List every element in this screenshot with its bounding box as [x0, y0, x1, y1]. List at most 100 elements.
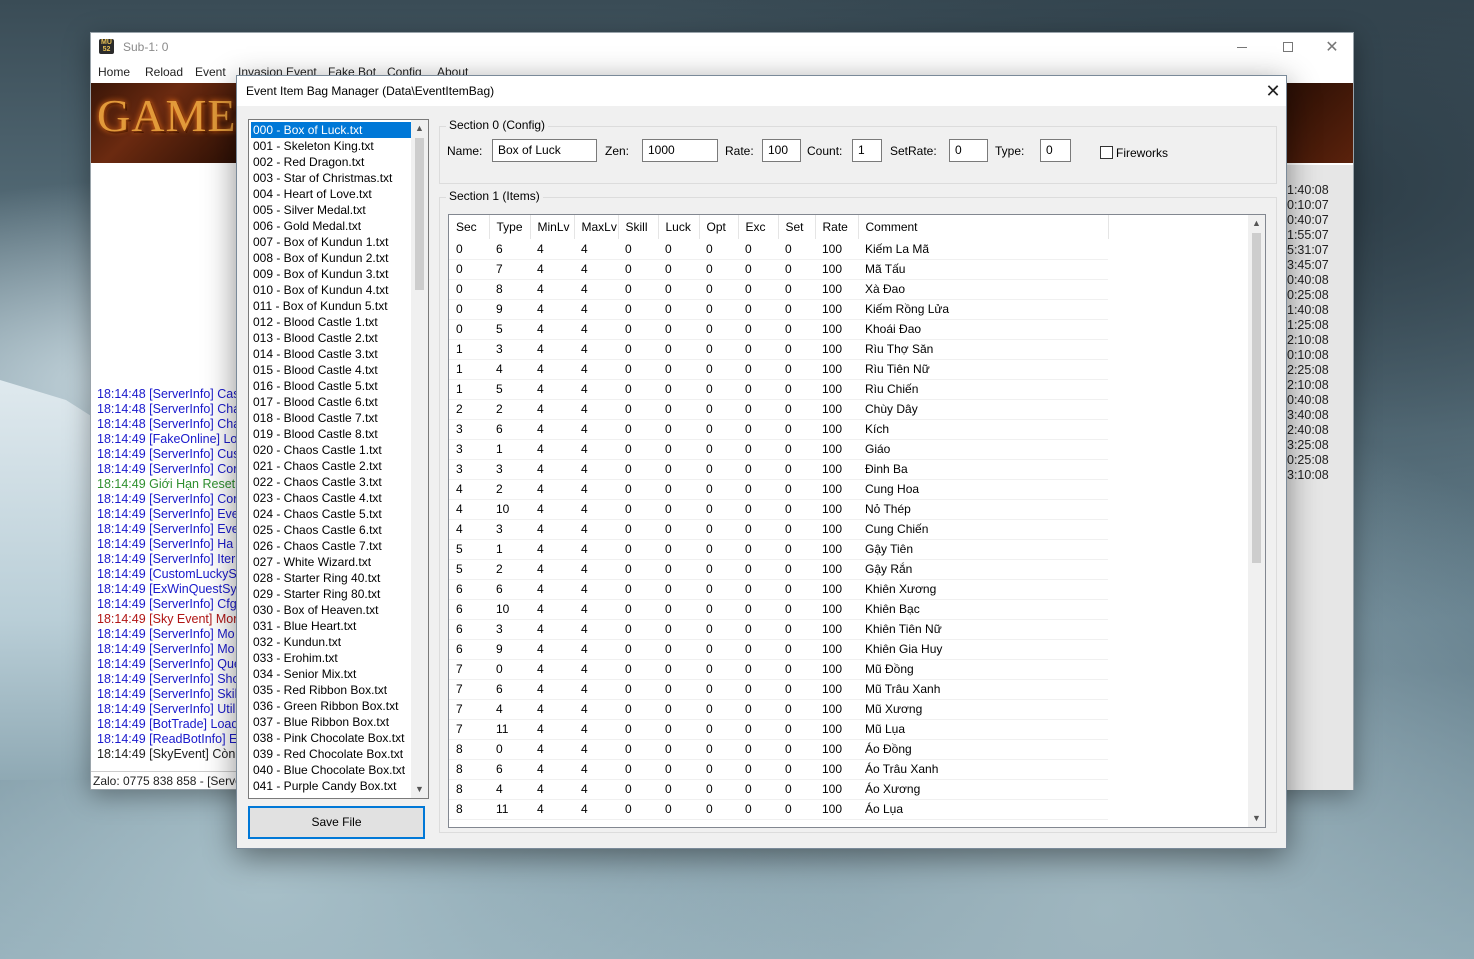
setrate-field[interactable]: 0: [949, 139, 988, 162]
file-list-item[interactable]: 032 - Kundun.txt: [251, 634, 411, 650]
file-list-item[interactable]: 009 - Box of Kundun 3.txt: [251, 266, 411, 282]
fireworks-checkbox[interactable]: [1100, 146, 1113, 159]
file-list-item[interactable]: 012 - Blood Castle 1.txt: [251, 314, 411, 330]
menu-home[interactable]: Home: [98, 65, 130, 79]
table-row[interactable]: 1 3 4 4 0 0 0 0 0 100 Rìu Thợ Săn: [449, 339, 1108, 360]
file-list-item[interactable]: 034 - Senior Mix.txt: [251, 666, 411, 682]
scroll-thumb[interactable]: [1252, 233, 1261, 563]
table-row[interactable]: 3 6 4 4 0 0 0 0 0 100 Kích: [449, 419, 1108, 440]
file-list-item[interactable]: 029 - Starter Ring 80.txt: [251, 586, 411, 602]
table-row[interactable]: 6 6 4 4 0 0 0 0 0 100 Khiên Xương: [449, 579, 1108, 600]
table-row[interactable]: 2 2 4 4 0 0 0 0 0 100 Chùy Dây: [449, 399, 1108, 420]
file-list-item[interactable]: 041 - Purple Candy Box.txt: [251, 778, 411, 794]
column-header[interactable]: Sec: [449, 215, 490, 239]
column-header[interactable]: Comment: [858, 215, 1109, 239]
column-header[interactable]: Exc: [738, 215, 779, 239]
table-row[interactable]: 4 2 4 4 0 0 0 0 0 100 Cung Hoa: [449, 479, 1108, 500]
file-list-item[interactable]: 023 - Chaos Castle 4.txt: [251, 490, 411, 506]
column-header[interactable]: Type: [489, 215, 531, 239]
table-row[interactable]: 5 2 4 4 0 0 0 0 0 100 Gậy Rắn: [449, 559, 1108, 580]
dialog-titlebar[interactable]: Event Item Bag Manager (Data\EventItemBa…: [237, 76, 1286, 106]
file-list-item[interactable]: 008 - Box of Kundun 2.txt: [251, 250, 411, 266]
file-list-item[interactable]: 003 - Star of Christmas.txt: [251, 170, 411, 186]
items-scrollbar[interactable]: ▲ ▼: [1248, 215, 1265, 827]
file-list-item[interactable]: 031 - Blue Heart.txt: [251, 618, 411, 634]
table-row[interactable]: 6 3 4 4 0 0 0 0 0 100 Khiên Tiên Nữ: [449, 619, 1108, 640]
file-list-item[interactable]: 007 - Box of Kundun 1.txt: [251, 234, 411, 250]
menu-reload[interactable]: Reload: [145, 65, 183, 79]
file-list-item[interactable]: 039 - Red Chocolate Box.txt: [251, 746, 411, 762]
file-list-item[interactable]: 037 - Blue Ribbon Box.txt: [251, 714, 411, 730]
column-header[interactable]: MaxLv: [574, 215, 619, 239]
table-row[interactable]: 7 4 4 4 0 0 0 0 0 100 Mũ Xương: [449, 699, 1108, 720]
file-list-item[interactable]: 015 - Blood Castle 4.txt: [251, 362, 411, 378]
scroll-up-icon[interactable]: ▲: [411, 120, 428, 137]
column-header[interactable]: Set: [778, 215, 816, 239]
menu-event[interactable]: Event: [195, 65, 226, 79]
table-row[interactable]: 0 7 4 4 0 0 0 0 0 100 Mã Tấu: [449, 259, 1108, 280]
file-list-item[interactable]: 028 - Starter Ring 40.txt: [251, 570, 411, 586]
save-file-button[interactable]: Save File: [248, 806, 425, 839]
table-row[interactable]: 5 1 4 4 0 0 0 0 0 100 Gậy Tiên: [449, 539, 1108, 560]
file-list-item[interactable]: 002 - Red Dragon.txt: [251, 154, 411, 170]
file-list-item[interactable]: 017 - Blood Castle 6.txt: [251, 394, 411, 410]
table-row[interactable]: 8 4 4 4 0 0 0 0 0 100 Áo Xương: [449, 779, 1108, 800]
table-row[interactable]: 7 0 4 4 0 0 0 0 0 100 Mũ Đồng: [449, 659, 1108, 680]
table-row[interactable]: 6 9 4 4 0 0 0 0 0 100 Khiên Gia Huy: [449, 639, 1108, 660]
table-row[interactable]: 8 6 4 4 0 0 0 0 0 100 Áo Trâu Xanh: [449, 759, 1108, 780]
name-field[interactable]: Box of Luck: [492, 139, 597, 162]
file-list-scrollbar[interactable]: ▲ ▼: [411, 120, 428, 798]
column-header[interactable]: Skill: [618, 215, 659, 239]
table-row[interactable]: 8 11 4 4 0 0 0 0 0 100 Áo Lụa: [449, 799, 1108, 820]
table-row[interactable]: 0 9 4 4 0 0 0 0 0 100 Kiếm Rồng Lửa: [449, 299, 1108, 320]
file-list-item[interactable]: 005 - Silver Medal.txt: [251, 202, 411, 218]
file-list-item[interactable]: 020 - Chaos Castle 1.txt: [251, 442, 411, 458]
file-list-item[interactable]: 016 - Blood Castle 5.txt: [251, 378, 411, 394]
file-list[interactable]: 000 - Box of Luck.txt 001 - Skeleton King…: [248, 119, 429, 799]
file-list-item[interactable]: 018 - Blood Castle 7.txt: [251, 410, 411, 426]
table-row[interactable]: 1 5 4 4 0 0 0 0 0 100 Rìu Chiến: [449, 379, 1108, 400]
table-row[interactable]: 8 0 4 4 0 0 0 0 0 100 Áo Đồng: [449, 739, 1108, 760]
column-header[interactable]: Opt: [699, 215, 739, 239]
file-list-item[interactable]: 006 - Gold Medal.txt: [251, 218, 411, 234]
file-list-item[interactable]: 010 - Box of Kundun 4.txt: [251, 282, 411, 298]
file-list-item[interactable]: 027 - White Wizard.txt: [251, 554, 411, 570]
file-list-item[interactable]: 019 - Blood Castle 8.txt: [251, 426, 411, 442]
table-row[interactable]: 3 3 4 4 0 0 0 0 0 100 Đinh Ba: [449, 459, 1108, 480]
zen-field[interactable]: 1000: [642, 139, 718, 162]
file-list-item[interactable]: 024 - Chaos Castle 5.txt: [251, 506, 411, 522]
file-list-item[interactable]: 014 - Blood Castle 3.txt: [251, 346, 411, 362]
table-row[interactable]: 3 1 4 4 0 0 0 0 0 100 Giáo: [449, 439, 1108, 460]
file-list-item[interactable]: 026 - Chaos Castle 7.txt: [251, 538, 411, 554]
file-list-item[interactable]: 022 - Chaos Castle 3.txt: [251, 474, 411, 490]
table-row[interactable]: 1 4 4 4 0 0 0 0 0 100 Rìu Tiên Nữ: [449, 359, 1108, 380]
file-list-item[interactable]: 001 - Skeleton King.txt: [251, 138, 411, 154]
file-list-item[interactable]: 025 - Chaos Castle 6.txt: [251, 522, 411, 538]
table-row[interactable]: 0 5 4 4 0 0 0 0 0 100 Khoái Đao: [449, 319, 1108, 340]
type-field[interactable]: 0: [1040, 139, 1071, 162]
file-list-item[interactable]: 040 - Blue Chocolate Box.txt: [251, 762, 411, 778]
count-field[interactable]: 1: [852, 139, 882, 162]
table-row[interactable]: 4 10 4 4 0 0 0 0 0 100 Nỏ Thép: [449, 499, 1108, 520]
rate-field[interactable]: 100: [762, 139, 801, 162]
table-row[interactable]: 7 11 4 4 0 0 0 0 0 100 Mũ Lụa: [449, 719, 1108, 740]
file-list-item[interactable]: 021 - Chaos Castle 2.txt: [251, 458, 411, 474]
column-header[interactable]: Luck: [658, 215, 700, 239]
table-row[interactable]: 4 3 4 4 0 0 0 0 0 100 Cung Chiến: [449, 519, 1108, 540]
file-list-item[interactable]: 033 - Erohim.txt: [251, 650, 411, 666]
dialog-close-button[interactable]: ✕: [1261, 79, 1285, 103]
file-list-item[interactable]: 038 - Pink Chocolate Box.txt: [251, 730, 411, 746]
file-list-item[interactable]: 013 - Blood Castle 2.txt: [251, 330, 411, 346]
table-row[interactable]: 0 6 4 4 0 0 0 0 0 100 Kiếm La Mã: [449, 239, 1108, 260]
file-list-item[interactable]: 000 - Box of Luck.txt: [250, 121, 412, 139]
minimize-button[interactable]: [1219, 33, 1265, 61]
column-header[interactable]: Rate: [815, 215, 859, 239]
table-row[interactable]: 0 8 4 4 0 0 0 0 0 100 Xà Đao: [449, 279, 1108, 300]
scroll-thumb[interactable]: [415, 138, 424, 290]
scroll-up-icon[interactable]: ▲: [1248, 215, 1265, 232]
table-row[interactable]: 7 6 4 4 0 0 0 0 0 100 Mũ Trâu Xanh: [449, 679, 1108, 700]
items-grid[interactable]: Sec Type MinLv MaxLv Skill Luck Opt Exc Set Rate C…: [448, 214, 1266, 828]
file-list-item[interactable]: 036 - Green Ribbon Box.txt: [251, 698, 411, 714]
file-list-item[interactable]: 035 - Red Ribbon Box.txt: [251, 682, 411, 698]
column-header[interactable]: MinLv: [530, 215, 575, 239]
